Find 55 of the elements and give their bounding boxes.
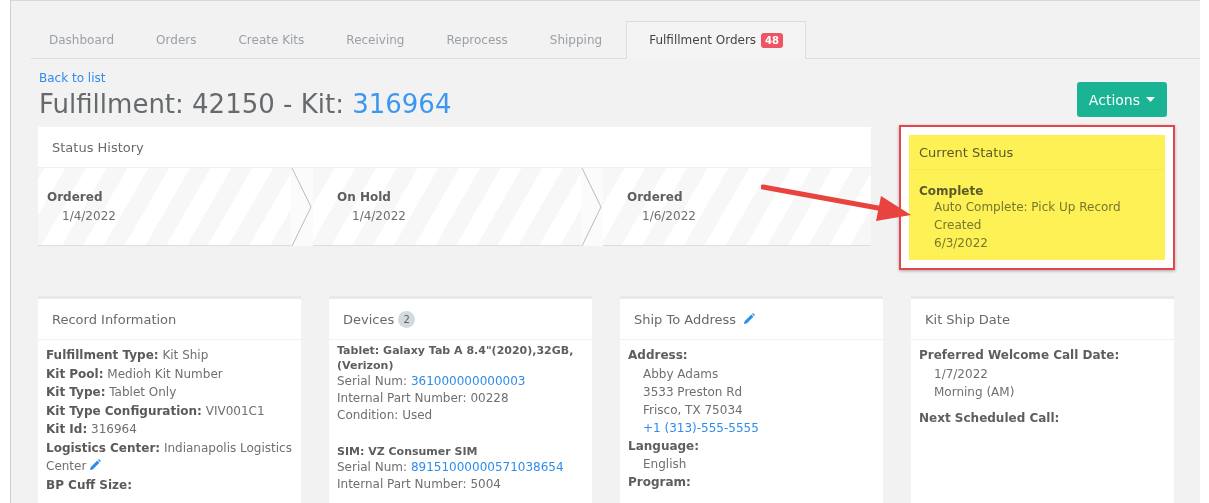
device-detail: Serial Num: 361000000000003 bbox=[337, 373, 527, 390]
device-detail: Serial Num: 89151000000571038654 bbox=[337, 459, 565, 476]
record-field: Kit Pool: Medioh Kit Number bbox=[46, 364, 293, 383]
count-badge: 2 bbox=[398, 310, 416, 328]
record-field: Fulfillment Type: Kit Ship bbox=[46, 346, 293, 365]
page-title: Fulfillment: 42150 - Kit: 316964 bbox=[39, 89, 452, 119]
field-label: Program: bbox=[628, 474, 692, 491]
nav-tab[interactable]: Shipping bbox=[531, 21, 621, 59]
serial-link[interactable]: 361000000000003 bbox=[410, 374, 526, 388]
record-field: Kit Id: 316964 bbox=[46, 420, 293, 439]
field-value: 1/7/2022 bbox=[933, 365, 989, 383]
nav-tab[interactable]: Receiving bbox=[328, 21, 423, 59]
field-label: Preferred Welcome Call Date: bbox=[919, 347, 1121, 364]
actions-button[interactable]: Actions bbox=[1076, 82, 1167, 117]
record-field: Logistics Center: Indianapolis Logistics Center bbox=[46, 438, 293, 476]
device-detail: Condition: Used bbox=[337, 407, 434, 424]
record-field: BP Cuff Size: bbox=[46, 475, 293, 494]
status-date: 6/3/2022 bbox=[933, 235, 989, 252]
pencil-icon[interactable] bbox=[743, 313, 756, 325]
field-value: 3533 Preston Rd bbox=[642, 383, 744, 401]
status-step: Ordered 1/4/2022 bbox=[38, 168, 291, 246]
field-label: Next Scheduled Call: bbox=[919, 409, 1061, 427]
nav-tab[interactable]: Dashboard bbox=[31, 21, 133, 59]
field-label: Language: bbox=[628, 437, 701, 455]
card-title: Devices bbox=[343, 311, 395, 327]
back-link[interactable]: Back to list bbox=[39, 71, 452, 85]
record-field: Kit Type: Tablet Only bbox=[46, 383, 293, 402]
kit-link[interactable]: 316964 bbox=[352, 89, 452, 119]
device-name: Tablet: Galaxy Tab A 8.4"(2020),32GB, (Verizon) bbox=[337, 343, 575, 373]
serial-link[interactable]: 89151000000571038654 bbox=[410, 460, 564, 474]
card-title: Ship To Address bbox=[634, 311, 737, 327]
device-name: SIM: VZ Consumer SIM bbox=[337, 444, 479, 459]
field-value: Frisco, TX 75034 bbox=[642, 401, 744, 419]
status-step: Ordered 1/6/2022 bbox=[603, 168, 871, 246]
field-value: Abby Adams bbox=[642, 365, 720, 383]
pencil-icon[interactable] bbox=[89, 459, 102, 471]
record-field: Kit Type Configuration: VIV001C1 bbox=[46, 401, 293, 420]
caret-icon bbox=[1146, 97, 1155, 102]
field-label: Address: bbox=[628, 347, 689, 364]
field-value: English bbox=[642, 456, 688, 473]
count-badge: 48 bbox=[761, 32, 784, 48]
status-note: Auto Complete: Pick Up Record Created bbox=[933, 199, 1122, 234]
nav-tab[interactable]: Orders bbox=[138, 21, 215, 59]
card-title: Record Information bbox=[38, 299, 301, 340]
nav-tab[interactable]: Reprocess bbox=[428, 21, 526, 59]
card-title: Kit Ship Date bbox=[911, 299, 1174, 340]
nav-tab[interactable]: Create Kits bbox=[220, 21, 323, 59]
field-value: Morning (AM) bbox=[933, 383, 1016, 401]
card-title: Current Status bbox=[909, 135, 1165, 170]
phone-link[interactable]: +1 (313)-555-5555 bbox=[643, 420, 759, 435]
device-detail: Internal Part Number: 5004 bbox=[337, 476, 502, 493]
device-detail: Internal Part Number: 00228 bbox=[337, 390, 510, 407]
nav-tab[interactable]: Fulfillment Orders 48 bbox=[626, 21, 807, 59]
status-step: On Hold 1/4/2022 bbox=[313, 168, 581, 246]
status-name: Complete bbox=[919, 184, 985, 198]
